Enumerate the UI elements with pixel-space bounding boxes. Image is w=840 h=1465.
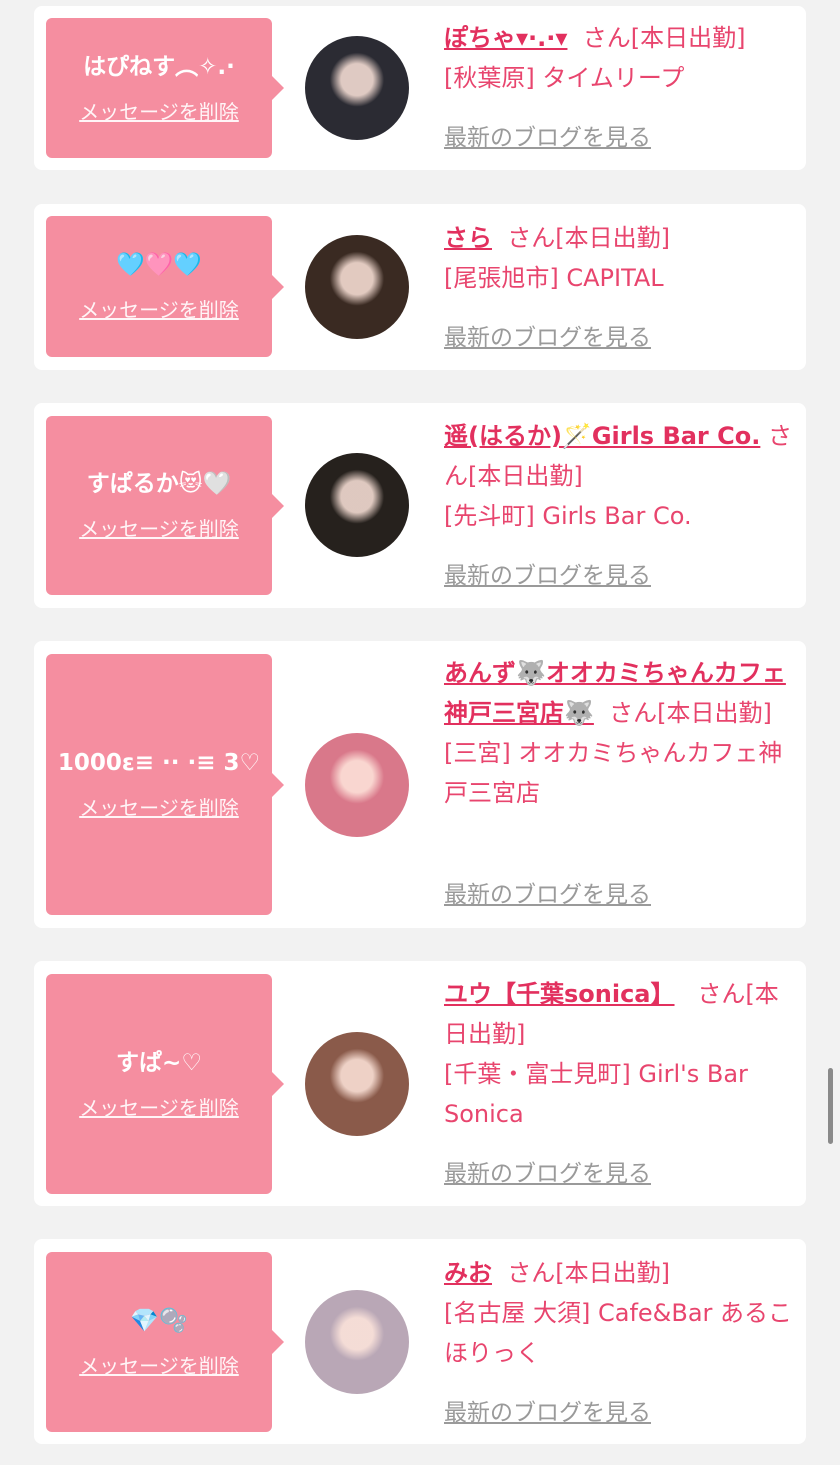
cast-info: 遥(はるか)🪄Girls Bar Co. さん[本日出勤] [先斗町] Girl… — [444, 416, 796, 596]
cast-name-link[interactable]: ぽちゃ▾·.·▾ — [444, 24, 567, 52]
message-card: すぱ~♡ メッセージを削除 ユウ【千葉sonica】 さん[本日出勤] [千葉・… — [34, 961, 806, 1206]
blog-link[interactable]: 最新のブログを見る — [444, 875, 651, 915]
delete-message-link[interactable]: メッセージを削除 — [79, 1092, 239, 1121]
honorific: さん — [507, 1259, 556, 1287]
avatar[interactable] — [305, 1032, 409, 1136]
honorific: さん — [507, 224, 556, 252]
message-text: すぱるか😻🤍 — [86, 471, 232, 497]
delete-message-link[interactable]: メッセージを削除 — [79, 792, 239, 821]
message-bubble: 1000ε≡ ·· ·≡ 3♡ メッセージを削除 — [46, 654, 284, 915]
honorific: さん — [582, 24, 631, 52]
message-bubble: すぱ~♡ メッセージを削除 — [46, 974, 284, 1194]
blog-link[interactable]: 最新のブログを見る — [444, 556, 651, 596]
cast-name-link[interactable]: さら — [444, 224, 492, 252]
delete-message-link[interactable]: メッセージを削除 — [79, 513, 239, 542]
status-label: [本日出勤] — [555, 1259, 670, 1287]
message-card: すぱるか😻🤍 メッセージを削除 遥(はるか)🪄Girls Bar Co. さん[… — [34, 403, 806, 608]
cast-name-link[interactable]: みお — [444, 1259, 492, 1287]
blog-link[interactable]: 最新のブログを見る — [444, 118, 651, 158]
avatar[interactable] — [305, 733, 409, 837]
message-bubble: はぴねす︵✧.· メッセージを削除 — [46, 18, 284, 158]
message-card: はぴねす︵✧.· メッセージを削除 ぽちゃ▾·.·▾ さん[本日出勤] [秋葉原… — [34, 6, 806, 170]
blog-link[interactable]: 最新のブログを見る — [444, 1154, 651, 1194]
message-card: 🩵🩷🩵 メッセージを削除 さら さん[本日出勤] [尾張旭市] CAPITAL … — [34, 204, 806, 370]
blog-link[interactable]: 最新のブログを見る — [444, 1393, 651, 1433]
cast-info: ぽちゃ▾·.·▾ さん[本日出勤] [秋葉原] タイムリープ 最新のブログを見る — [444, 18, 796, 158]
message-bubble: すぱるか😻🤍 メッセージを削除 — [46, 416, 284, 595]
status-label: [本日出勤] — [630, 24, 746, 52]
message-card: 1000ε≡ ·· ·≡ 3♡ メッセージを削除 あんず🐺オオカミちゃんカフェ神… — [34, 641, 806, 928]
delete-message-link[interactable]: メッセージを削除 — [79, 96, 239, 125]
message-bubble: 🩵🩷🩵 メッセージを削除 — [46, 216, 284, 357]
message-text: 💎🫧 — [130, 1307, 188, 1334]
honorific: さん — [609, 699, 658, 727]
cast-name-link[interactable]: ユウ【千葉sonica】 — [444, 980, 675, 1008]
cast-info: みお さん[本日出勤] [名古屋 大須] Cafe&Bar あるこほりっく 最新… — [444, 1253, 796, 1433]
cast-name-link[interactable]: 遥(はるか)🪄Girls Bar Co. — [444, 422, 760, 450]
location-text: [千葉・富士見町] Girl's Bar Sonica — [444, 1060, 748, 1128]
cast-info: さら さん[本日出勤] [尾張旭市] CAPITAL 最新のブログを見る — [444, 218, 796, 358]
message-text: はぴねす︵✧.· — [83, 53, 235, 80]
scrollbar[interactable] — [828, 1068, 833, 1144]
delete-message-link[interactable]: メッセージを削除 — [79, 294, 239, 323]
blog-link[interactable]: 最新のブログを見る — [444, 318, 651, 358]
message-card: 💎🫧 メッセージを削除 みお さん[本日出勤] [名古屋 大須] Cafe&Ba… — [34, 1239, 806, 1444]
avatar[interactable] — [305, 235, 409, 339]
honorific: さん — [697, 980, 746, 1008]
location-text: [秋葉原] タイムリープ — [444, 64, 685, 92]
status-label: [本日出勤] — [468, 462, 583, 490]
location-text: [尾張旭市] CAPITAL — [444, 264, 664, 292]
message-bubble: 💎🫧 メッセージを削除 — [46, 1252, 284, 1432]
delete-message-link[interactable]: メッセージを削除 — [79, 1350, 239, 1379]
message-text: 🩵🩷🩵 — [116, 252, 202, 278]
status-label: [本日出勤] — [555, 224, 670, 252]
avatar[interactable] — [305, 36, 409, 140]
avatar[interactable] — [305, 453, 409, 557]
location-text: [先斗町] Girls Bar Co. — [444, 502, 692, 530]
cast-info: あんず🐺オオカミちゃんカフェ神戸三宮店🐺 さん[本日出勤] [三宮] オオカミち… — [444, 653, 796, 915]
location-text: [名古屋 大須] Cafe&Bar あるこほりっく — [444, 1299, 793, 1367]
status-label: [本日出勤] — [657, 699, 772, 727]
cast-info: ユウ【千葉sonica】 さん[本日出勤] [千葉・富士見町] Girl's B… — [444, 974, 796, 1194]
message-text: すぱ~♡ — [116, 1049, 202, 1076]
message-text: 1000ε≡ ·· ·≡ 3♡ — [57, 750, 261, 776]
location-text: [三宮] オオカミちゃんカフェ神戸三宮店 — [444, 739, 783, 807]
avatar[interactable] — [305, 1290, 409, 1394]
